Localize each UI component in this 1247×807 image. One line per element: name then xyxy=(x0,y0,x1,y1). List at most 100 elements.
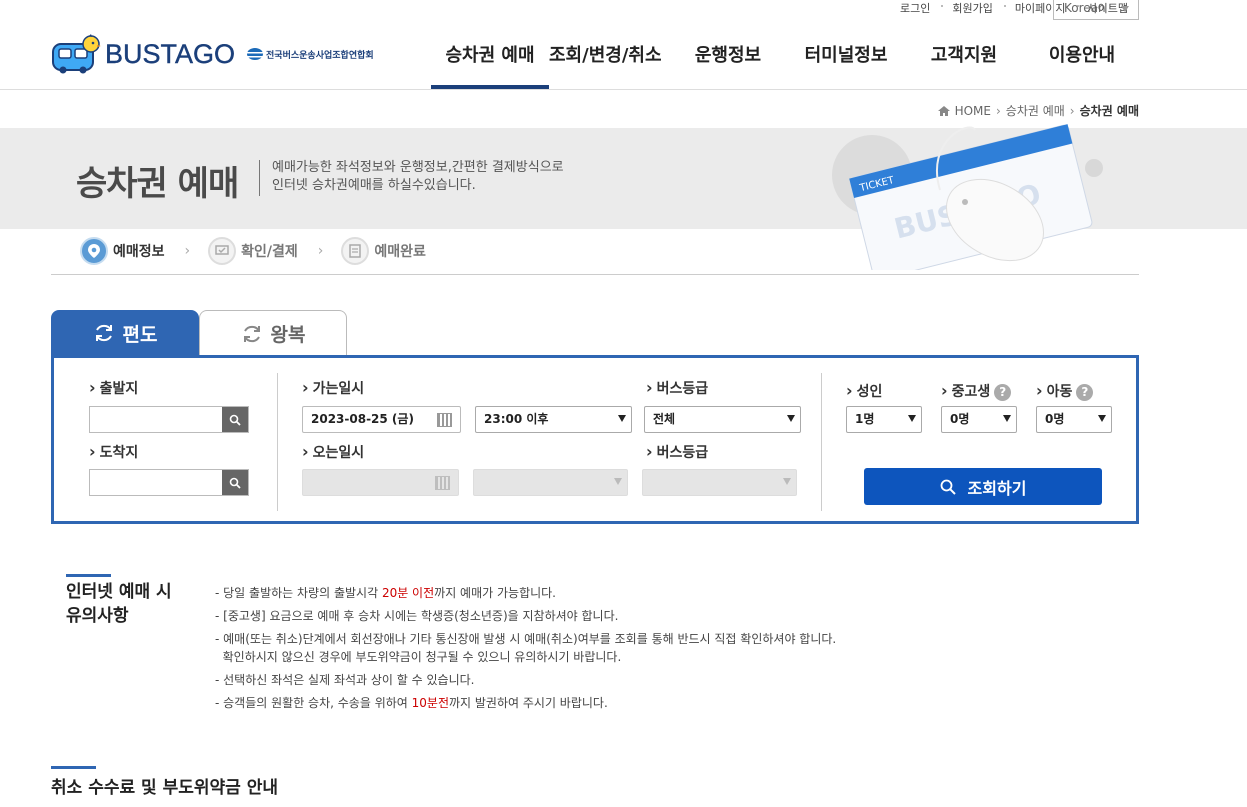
teen-label-text: 중고생 xyxy=(951,384,991,400)
breadcrumb: HOME › 승차권 예매 › 승차권 예매 xyxy=(937,102,1139,119)
arrival-search-button[interactable] xyxy=(222,470,248,495)
child-label: 아동? xyxy=(1036,381,1094,401)
chevron-down-icon xyxy=(1098,415,1106,422)
notice-title-line1: 인터넷 예매 시 xyxy=(66,582,172,602)
form-divider xyxy=(277,373,278,511)
help-icon[interactable]: ? xyxy=(1076,383,1094,401)
join-link[interactable]: 회원가입 xyxy=(941,0,1003,16)
refresh-icon xyxy=(95,324,112,342)
notice-text: 확인하시지 않으신 경우에 부도위약금이 청구될 수 있으니 유의하시기 바랍니… xyxy=(215,650,622,664)
refresh-icon xyxy=(243,325,260,342)
association-name: 전국버스운송사업조합연합회 xyxy=(266,50,374,61)
teen-count-select[interactable]: 0명 xyxy=(941,406,1017,433)
notice-item: - 예매(또는 취소)단계에서 회선장애나 기타 통신장애 발생 시 예매(취소… xyxy=(215,630,836,648)
departure-label: 출발지 xyxy=(89,378,139,398)
login-link[interactable]: 로그인 xyxy=(889,0,941,16)
banner-desc-line1: 예매가능한 좌석정보와 운행정보,간편한 결제방식으로 xyxy=(272,160,564,175)
search-icon xyxy=(940,479,956,495)
site-logo[interactable]: BUSTAGO 전국버스운송사업조합연합회 xyxy=(51,34,374,74)
notice-item: - 선택하신 좌석은 실제 좌석과 상이 할 수 있습니다. xyxy=(215,671,836,689)
nav-lookup-change-cancel[interactable]: 조회/변경/취소 xyxy=(549,44,669,89)
step-booking-info: 예매정보 › xyxy=(80,237,208,265)
return-date-label: 오는일시 xyxy=(302,442,365,462)
association-emblem-icon xyxy=(247,48,264,60)
notice-item: - 당일 출발하는 차량의 출발시각 20분 이전까지 예매가 가능합니다. xyxy=(215,584,836,602)
logo-wordmark: BUSTAGO xyxy=(105,38,236,69)
tab-roundtrip[interactable]: 왕복 xyxy=(199,310,347,356)
breadcrumb-level1[interactable]: 승차권 예매 xyxy=(1006,102,1065,119)
adult-label-text: 성인 xyxy=(856,384,883,400)
notice-accent-bar xyxy=(66,574,111,577)
search-icon xyxy=(229,477,241,489)
document-icon xyxy=(341,237,370,265)
bus-grade-select[interactable]: 전체 xyxy=(644,406,801,433)
section-accent-bar xyxy=(51,766,96,769)
chevron-down-icon xyxy=(783,478,791,485)
chevron-right-icon: › xyxy=(184,243,191,259)
language-select[interactable]: Korean xyxy=(1053,0,1139,20)
teen-label: 중고생? xyxy=(941,381,1012,401)
nav-operation-info[interactable]: 운행정보 xyxy=(669,44,787,89)
step-label: 예매정보 xyxy=(113,244,165,260)
adult-count-select[interactable]: 1명 xyxy=(846,406,922,433)
nav-terminal-info[interactable]: 터미널정보 xyxy=(787,44,905,89)
nav-customer-support[interactable]: 고객지원 xyxy=(905,44,1023,89)
ticket-mouse-illustration: TICKET BUSTAGO xyxy=(832,124,1103,270)
form-divider xyxy=(821,373,822,511)
chevron-down-icon xyxy=(614,478,622,485)
step-label: 확인/결제 xyxy=(241,244,298,260)
banner-description: 예매가능한 좌석정보와 운행정보,간편한 결제방식으로 인터넷 승차권예매를 하… xyxy=(272,159,564,195)
chevron-right-icon: › xyxy=(995,103,1001,118)
return-bus-grade-label: 버스등급 xyxy=(646,442,709,462)
association-logo: 전국버스운송사업조합연합회 xyxy=(247,48,374,61)
chevron-down-icon xyxy=(1121,6,1129,12)
notice-item: 확인하시지 않으신 경우에 부도위약금이 청구될 수 있으니 유의하시기 바랍니… xyxy=(215,648,836,666)
nav-ticket-booking[interactable]: 승차권 예매 xyxy=(431,44,549,89)
chevron-right-icon: › xyxy=(1069,103,1075,118)
step-label: 예매완료 xyxy=(374,244,426,260)
return-date-input[interactable] xyxy=(302,469,459,496)
breadcrumb-home[interactable]: HOME xyxy=(955,104,991,118)
search-button[interactable]: 조회하기 xyxy=(864,468,1102,505)
go-date-label: 가는일시 xyxy=(302,378,365,398)
header-divider xyxy=(0,89,1247,90)
main-nav: 승차권 예매 조회/변경/취소 운행정보 터미널정보 고객지원 이용안내 xyxy=(431,44,1141,89)
child-count-select[interactable]: 0명 xyxy=(1036,406,1112,433)
go-date-input[interactable]: 2023-08-25 (금) xyxy=(302,406,461,433)
step-complete: 예매완료 xyxy=(341,237,426,265)
arrival-label: 도착지 xyxy=(89,442,139,462)
departure-input[interactable] xyxy=(89,406,249,433)
notice-text: 까지 발권하여 주시기 바랍니다. xyxy=(449,696,608,710)
banner-divider xyxy=(259,160,260,196)
tab-oneway[interactable]: 편도 xyxy=(51,310,199,356)
notice-list: - 당일 출발하는 차량의 출발시각 20분 이전까지 예매가 가능합니다. -… xyxy=(215,584,836,717)
go-date-value: 2023-08-25 (금) xyxy=(311,412,414,426)
booking-form: 출발지 도착지 가는일시 2023-08-25 (금) 23:00 이후 버스등… xyxy=(51,355,1139,524)
notice-highlight: 10분전 xyxy=(411,696,449,710)
notice-text: - 승객들의 원활한 승차, 수송을 위하여 xyxy=(215,696,412,710)
notice-item: - 승객들의 원활한 승차, 수송을 위하여 10분전까지 발권하여 주시기 바… xyxy=(215,694,836,712)
return-bus-grade-select[interactable] xyxy=(642,469,797,496)
help-icon[interactable]: ? xyxy=(994,383,1012,401)
departure-search-button[interactable] xyxy=(222,407,248,432)
calendar-icon[interactable] xyxy=(437,413,452,427)
search-icon xyxy=(229,414,241,426)
bus-grade-label: 버스등급 xyxy=(646,378,709,398)
calendar-icon xyxy=(435,476,450,490)
notice-text: - 선택하신 좌석은 실제 좌석과 상이 할 수 있습니다. xyxy=(215,673,475,687)
page-title: 승차권 예매 xyxy=(76,164,239,204)
go-time-value: 23:00 이후 xyxy=(484,412,549,426)
return-time-select[interactable] xyxy=(473,469,628,496)
chevron-down-icon xyxy=(908,415,916,422)
chevron-down-icon xyxy=(618,415,626,422)
monitor-check-icon xyxy=(208,237,237,265)
adult-label: 성인 xyxy=(846,381,883,401)
arrival-input[interactable] xyxy=(89,469,249,496)
go-time-select[interactable]: 23:00 이후 xyxy=(475,406,632,433)
chevron-down-icon xyxy=(1003,415,1011,422)
nav-usage-guide[interactable]: 이용안내 xyxy=(1023,44,1141,89)
home-icon xyxy=(937,105,950,116)
tab-roundtrip-label: 왕복 xyxy=(270,324,306,346)
location-pin-icon xyxy=(80,237,108,265)
teen-count-value: 0명 xyxy=(950,412,970,426)
